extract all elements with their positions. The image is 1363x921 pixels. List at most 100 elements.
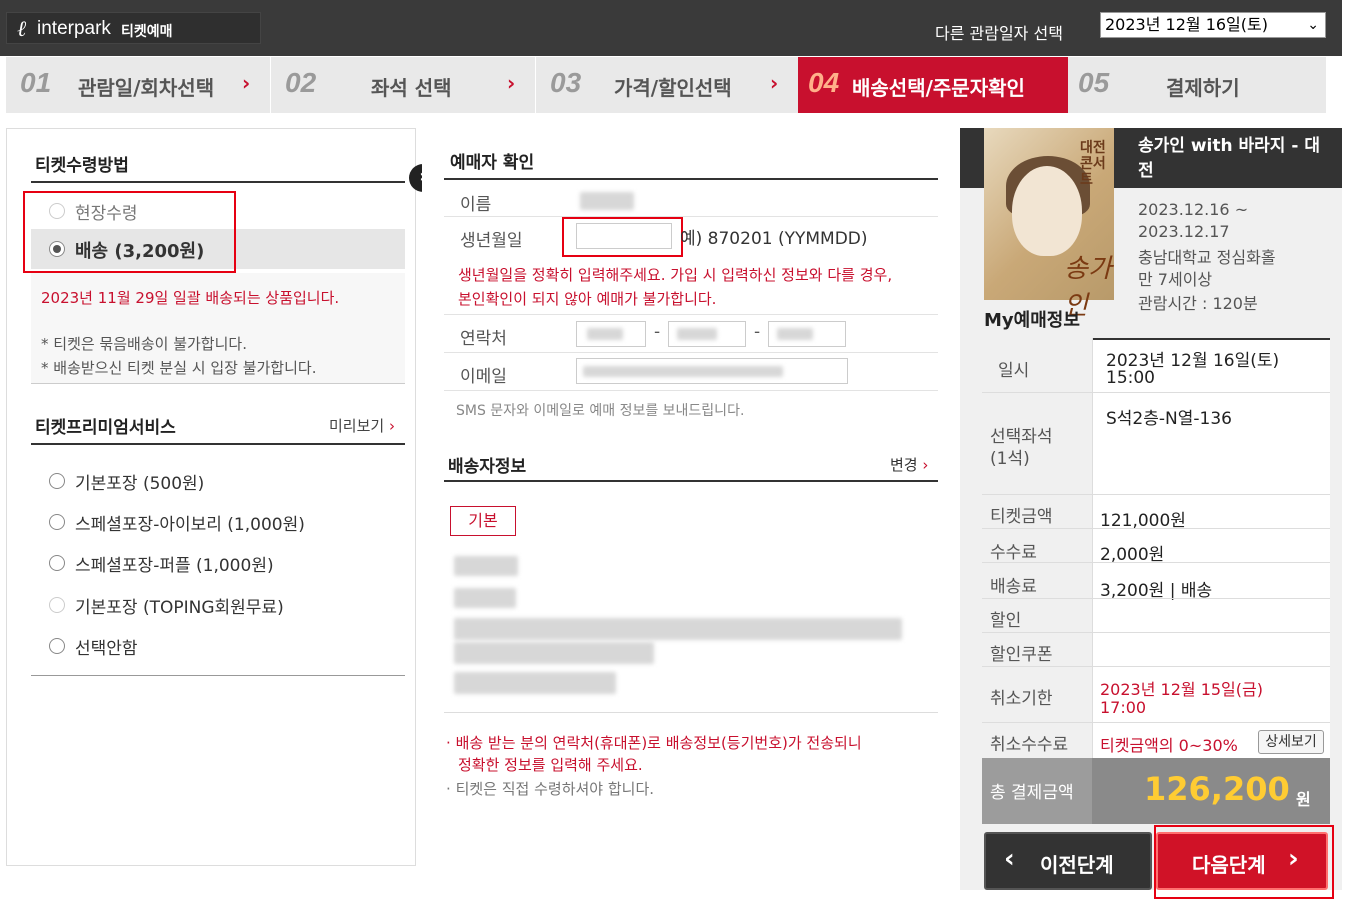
birth-label: 생년월일: [460, 231, 523, 251]
phone-label: 연락처: [460, 329, 507, 349]
orderer-title: 예매자 확인: [450, 153, 535, 173]
step-1[interactable]: 01 관람일/회차선택 ›: [6, 57, 270, 113]
logo-text: interpark: [37, 18, 111, 39]
chevron-right-icon: ›: [507, 71, 516, 95]
step-label: 관람일/회차선택: [78, 76, 215, 100]
booking-info-table: 일시 2023년 12월 16일(토) 15:00 선택좌석 (1석) S석2층…: [982, 338, 1330, 758]
chevron-right-icon: ›: [242, 71, 251, 95]
delivery-date-note: 2023년 11월 29일 일괄 배송되는 상품입니다.: [41, 289, 340, 307]
default-address-tag[interactable]: 기본: [450, 506, 516, 536]
radio-toping-free[interactable]: [49, 597, 65, 613]
price-label: 티켓금액: [990, 507, 1053, 527]
step-5[interactable]: 05 결제하기: [1068, 57, 1326, 113]
section-divider: [444, 178, 938, 180]
radio-basic-pack[interactable]: [49, 473, 65, 489]
delivery-notes: 2023년 11월 29일 일괄 배송되는 상품입니다. * 티켓은 묶음배송이…: [31, 273, 405, 383]
step-label: 결제하기: [1166, 76, 1240, 100]
total-label: 총 결제금액: [990, 783, 1074, 803]
phone-value-redacted: [777, 328, 813, 340]
chevron-down-icon: ⌄: [1307, 17, 1319, 33]
other-date-label: 다른 관람일자 선택: [935, 24, 1063, 43]
date-select-value: 2023년 12월 16일(토): [1105, 15, 1268, 34]
phone-input-3[interactable]: [768, 321, 846, 347]
radio-none[interactable]: [49, 638, 65, 654]
step-number: 04: [808, 67, 840, 98]
booking-summary-panel: 대전 콘서트 송가인 송가인 with 바라지 - 대전 2023.12.16 …: [960, 128, 1342, 890]
poster-face: [1012, 166, 1082, 256]
phone-separator: -: [654, 322, 661, 342]
birth-example: 예) 870201 (YYMMDD): [680, 229, 868, 249]
highlight-box: [562, 217, 683, 257]
show-runtime: 관람시간 : 120분: [1138, 294, 1258, 313]
prev-step-button[interactable]: ‹ 이전단계: [984, 832, 1152, 890]
step-bar: 01 관람일/회차선택 › 02 좌석 선택 › 03 가격/할인선택 › 04…: [6, 57, 1326, 113]
birth-warning-1: 생년월일을 정확히 입력해주세요. 가입 시 입력하신 정보와 다를 경우,: [458, 266, 893, 284]
premium-title: 티켓프리미엄서비스: [35, 418, 176, 438]
date-label: 일시: [998, 361, 1030, 381]
receive-method-panel: 티켓수령방법 현장수령 배송 (3,200원) 2023년 11월 29일 일괄…: [6, 128, 416, 866]
section-divider: [31, 675, 405, 676]
receive-title: 티켓수령방법: [35, 156, 129, 176]
phone-value-redacted: [587, 328, 623, 340]
cancel-deadline-time: 17:00: [1100, 698, 1147, 717]
radio-special-purple[interactable]: [49, 555, 65, 571]
radio-label: 선택안함: [75, 639, 138, 659]
logo-subtitle: 티켓예매: [121, 24, 173, 40]
change-link[interactable]: 변경 ›: [890, 454, 928, 475]
booking-page: ℓ interpark 티켓예매 다른 관람일자 선택 2023년 12월 16…: [0, 0, 1363, 921]
chevron-right-icon: ›: [770, 71, 779, 95]
address-detail-redacted: [454, 642, 654, 664]
preview-link[interactable]: 미리보기 ›: [329, 415, 395, 436]
phone-input-1[interactable]: [576, 321, 646, 347]
step-number: 02: [285, 67, 317, 98]
seat-count-label: (1석): [990, 449, 1030, 469]
phone-input-2[interactable]: [668, 321, 746, 347]
show-age: 만 7세이상: [1138, 270, 1213, 289]
logo[interactable]: ℓ interpark 티켓예매: [6, 12, 261, 44]
highlight-box: [23, 191, 236, 273]
my-booking-title: My예매정보: [984, 310, 1080, 331]
radio-label: 기본포장 (TOPING회원무료): [75, 598, 284, 618]
row-divider: [444, 216, 938, 217]
date-select[interactable]: 2023년 12월 16일(토) ⌄: [1100, 12, 1326, 38]
time-value: 15:00: [1106, 368, 1155, 388]
row-divider: [444, 352, 938, 353]
step-4-active[interactable]: 04 배송선택/주문자확인: [798, 57, 1068, 113]
delivery-note-1: · 배송 받는 분의 연락처(휴대폰)로 배송정보(등기번호)가 전송되니: [446, 732, 862, 753]
detail-view-button[interactable]: 상세보기: [1258, 730, 1324, 754]
cancel-deadline-date: 2023년 12월 15일(금): [1100, 680, 1263, 699]
total-label-cell: 총 결제금액: [982, 758, 1092, 824]
step-number: 05: [1078, 67, 1110, 98]
row-divider: [982, 632, 1330, 633]
fee-label: 수수료: [990, 543, 1037, 563]
preview-link-label: 미리보기: [329, 417, 385, 435]
highlight-box: [1154, 825, 1334, 899]
name-label: 이름: [460, 195, 492, 215]
row-divider: [444, 314, 938, 315]
show-poster: 대전 콘서트 송가인: [984, 128, 1114, 321]
show-date-start: 2023.12.16 ~: [1138, 200, 1249, 219]
prev-step-label: 이전단계: [1040, 853, 1114, 877]
delivery-title: 배송자정보: [448, 457, 527, 477]
step-3[interactable]: 03 가격/할인선택 ›: [536, 57, 798, 113]
section-divider: [31, 181, 405, 183]
recipient-phone-redacted: [454, 672, 616, 694]
seat-value: S석2층-N열-136: [1106, 409, 1232, 429]
step-2[interactable]: 02 좌석 선택 ›: [271, 57, 535, 113]
name-value-redacted: [580, 192, 634, 210]
cancel-deadline-label: 취소기한: [990, 689, 1053, 709]
chevron-right-icon: ›: [922, 456, 929, 474]
email-input[interactable]: [576, 358, 848, 384]
lost-ticket-note: * 배송받으신 티켓 분실 시 입장 불가합니다.: [41, 359, 317, 377]
sms-note: SMS 문자와 이메일로 예매 정보를 보내드립니다.: [456, 403, 745, 419]
logo-mark-icon: ℓ: [17, 17, 27, 42]
recipient-name-redacted: [454, 556, 518, 576]
address-redacted: [454, 618, 902, 640]
discount-label: 할인: [990, 611, 1022, 631]
row-divider: [982, 598, 1330, 599]
note-text: 배송 받는 분의 연락처(휴대폰)로 배송정보(등기번호)가 전송되니: [455, 734, 862, 752]
chevron-right-icon: ›: [388, 417, 395, 435]
radio-special-ivory[interactable]: [49, 514, 65, 530]
section-divider: [31, 383, 405, 384]
top-header: ℓ interpark 티켓예매 다른 관람일자 선택 2023년 12월 16…: [0, 0, 1342, 56]
